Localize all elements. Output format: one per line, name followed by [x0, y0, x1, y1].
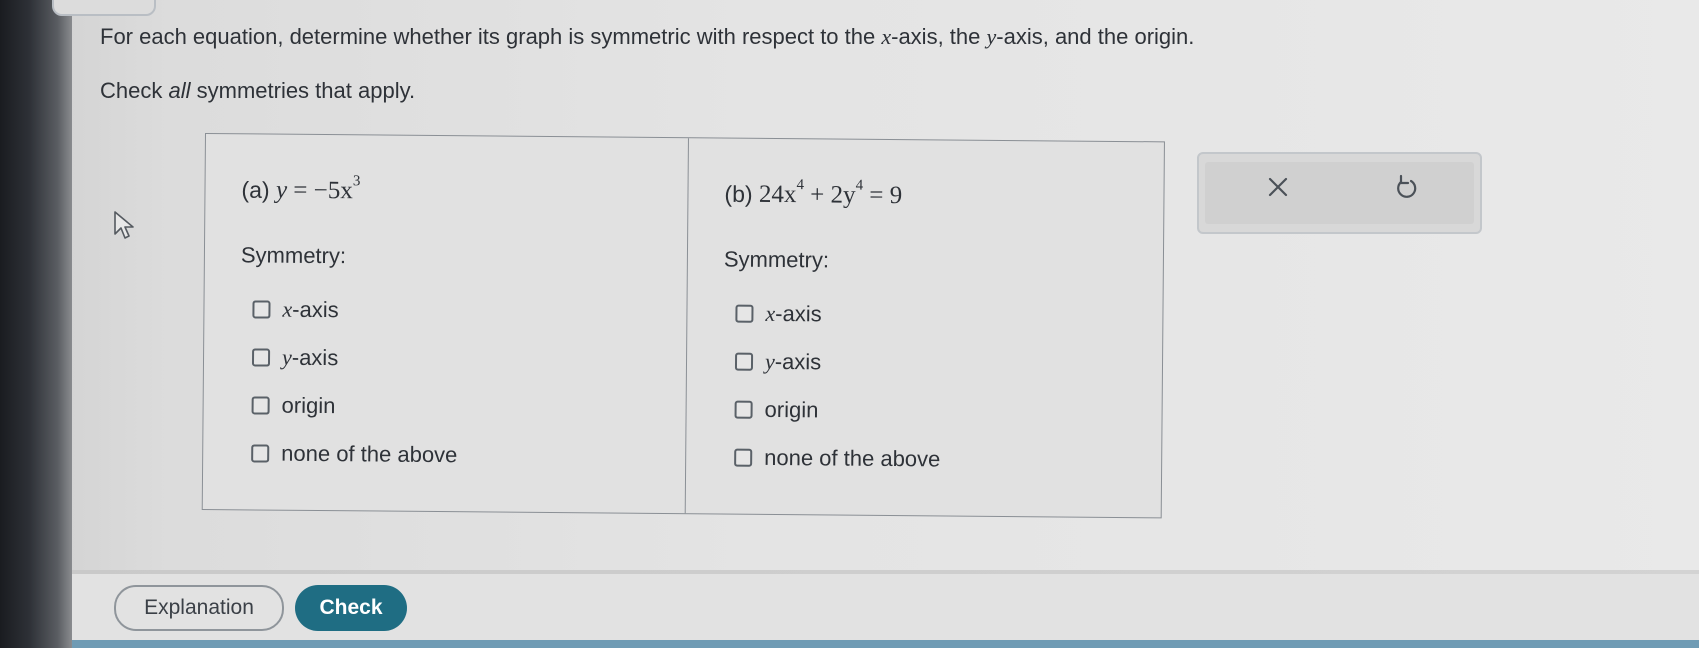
checkbox[interactable]	[735, 304, 754, 323]
close-icon[interactable]	[1265, 174, 1291, 200]
screen-bezel	[0, 0, 72, 648]
answer-tools	[1197, 152, 1482, 234]
top-tab[interactable]	[52, 0, 156, 16]
checkbox[interactable]	[734, 400, 753, 419]
part-a-option-x-axis[interactable]: x -axis	[252, 296, 459, 346]
part-b-option-x-axis[interactable]: x -axis	[735, 301, 942, 351]
checkbox[interactable]	[251, 348, 271, 367]
checkbox[interactable]	[251, 396, 270, 415]
part-b-option-y-axis[interactable]: y -axis	[734, 349, 942, 399]
instructions-line-2: Check all symmetries that apply.	[100, 78, 416, 103]
part-b-options: x -axis y -axis origin none of the above	[734, 301, 942, 495]
part-a-equation: (a) y = −5x3	[241, 173, 361, 205]
instructions-line-1: For each equation, determine whether its…	[100, 24, 1195, 49]
check-button[interactable]: Check	[295, 585, 407, 631]
checkbox[interactable]	[251, 444, 270, 463]
part-a-option-origin[interactable]: origin	[251, 392, 458, 442]
question-panel: (a) y = −5x3 Symmetry: x -axis y -axis ori…	[201, 133, 1165, 519]
part-a-option-y-axis[interactable]: y -axis	[251, 344, 459, 394]
part-b-symmetry-label: Symmetry:	[723, 246, 830, 273]
explanation-button[interactable]: Explanation	[114, 585, 284, 631]
part-b-column: (b) 24x4 + 2y4 = 9 Symmetry: x -axis y -ax…	[686, 138, 1164, 517]
checkbox[interactable]	[734, 448, 753, 467]
part-a-column: (a) y = −5x3 Symmetry: x -axis y -axis ori…	[202, 134, 689, 514]
part-a-option-none[interactable]: none of the above	[251, 440, 457, 490]
undo-icon[interactable]	[1392, 173, 1420, 201]
checkbox[interactable]	[252, 300, 271, 319]
part-b-equation: (b) 24x4 + 2y4 = 9	[724, 177, 903, 210]
part-a-options: x -axis y -axis origin none of the above	[251, 296, 459, 490]
part-b-option-origin[interactable]: origin	[734, 397, 941, 447]
mouse-cursor-icon	[114, 211, 134, 239]
part-b-option-none[interactable]: none of the above	[734, 445, 940, 495]
checkbox[interactable]	[734, 352, 754, 371]
bottom-strip	[72, 640, 1699, 648]
part-a-symmetry-label: Symmetry:	[240, 242, 347, 269]
